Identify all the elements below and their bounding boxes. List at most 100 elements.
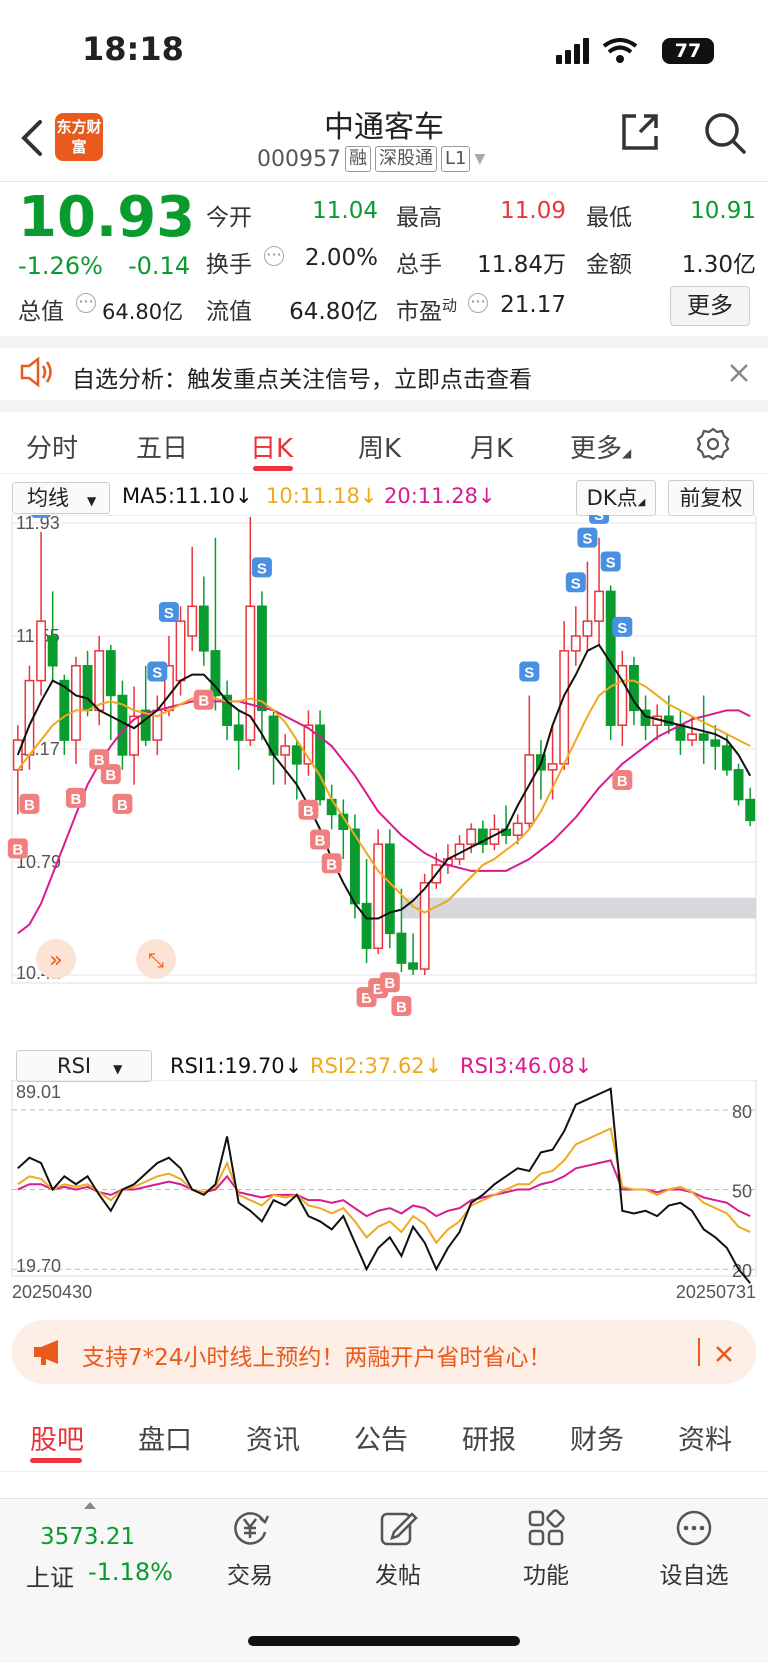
close-icon[interactable] xyxy=(728,362,750,384)
rsi-min-label: 19.70 xyxy=(16,1256,61,1276)
amount-value: 1.30亿 xyxy=(681,252,756,278)
promo-text[interactable]: 支持7*24小时线上预约！两融开户省时省心！ xyxy=(82,1338,551,1372)
buy-signal-letter: B xyxy=(105,767,116,784)
tab-more[interactable]: 更多◢ xyxy=(570,428,631,465)
tag-level: L1 xyxy=(440,146,471,172)
yen-cycle-icon xyxy=(234,1512,270,1545)
low-label: 最低 xyxy=(586,205,632,231)
tab-daily-k[interactable]: 日K xyxy=(250,428,293,465)
search-icon[interactable] xyxy=(702,110,748,156)
candle-body xyxy=(722,745,732,771)
info-icon[interactable]: ··· xyxy=(468,293,488,313)
buy-signal-letter: B xyxy=(198,693,209,710)
amount-label: 金额 xyxy=(586,252,632,278)
post-label: 发帖 xyxy=(375,1563,421,1589)
features-button[interactable]: 功能 xyxy=(486,1508,606,1590)
signal-wifi-icon xyxy=(556,38,638,64)
candle-body xyxy=(326,798,337,816)
buy-signal-letter: B xyxy=(117,797,128,814)
rsi1-line xyxy=(17,1087,751,1284)
candle-body xyxy=(419,882,430,970)
float-cap-label: 流值 xyxy=(206,299,252,325)
tag-margin: 融 xyxy=(344,146,371,172)
tab-news[interactable]: 资讯 xyxy=(246,1418,300,1457)
sell-signal-letter: S xyxy=(571,575,581,592)
last-price: 10.93 xyxy=(18,185,196,250)
rsi3-value: RSI3:46.08↓ xyxy=(460,1054,593,1078)
post-button[interactable]: 发帖 xyxy=(338,1508,458,1590)
tab-forum[interactable]: 股吧 xyxy=(30,1418,84,1457)
rsi1-text: RSI1:19.70 xyxy=(170,1054,285,1078)
sell-signal-letter: S xyxy=(524,664,534,681)
date-end-label: 20250731 xyxy=(676,1282,756,1302)
candle-body xyxy=(408,962,418,970)
dk-point-label: DK点 xyxy=(586,486,638,510)
caret-down-icon: ▼ xyxy=(87,494,97,508)
candle-body xyxy=(71,664,81,741)
status-time: 18:18 xyxy=(82,30,184,68)
add-watchlist-label: 设自选 xyxy=(659,1563,729,1589)
tab-weekly-k[interactable]: 周K xyxy=(358,428,401,465)
candle-body xyxy=(291,745,302,765)
volume-label: 总手 xyxy=(396,252,442,278)
open-label: 今开 xyxy=(206,205,252,231)
sell-signal-letter: S xyxy=(606,554,616,571)
rsi-chart[interactable]: 80502089.0119.7020250430 20250731 xyxy=(0,1080,768,1320)
info-icon[interactable]: ··· xyxy=(264,246,284,266)
tab-five-day[interactable]: 五日 xyxy=(136,428,188,465)
rsi-right-label: 50 xyxy=(732,1182,752,1202)
candle-body xyxy=(594,590,604,622)
candle-body xyxy=(396,932,407,964)
close-icon[interactable] xyxy=(714,1344,734,1364)
rsi-selector[interactable]: RSI ▼ xyxy=(16,1050,152,1082)
ma-selector-label: 均线 xyxy=(27,486,69,510)
tab-announcements[interactable]: 公告 xyxy=(354,1418,408,1457)
home-indicator xyxy=(248,1636,520,1646)
candle-body xyxy=(733,769,744,801)
volume-value: 11.84万 xyxy=(477,252,566,278)
change-percent: -1.26% xyxy=(18,252,103,280)
ma-selector[interactable]: 均线 ▼ xyxy=(12,482,110,514)
candle-body xyxy=(47,635,58,667)
trade-button[interactable]: 交易 xyxy=(190,1508,310,1590)
pe-label-sup: 动 xyxy=(442,296,458,315)
notice-text[interactable]: 自选分析：触发重点关注信号，立即点击查看 xyxy=(72,360,532,394)
sell-signal-letter: S xyxy=(617,620,627,637)
share-icon[interactable] xyxy=(618,110,662,154)
tab-monthly-k[interactable]: 月K xyxy=(470,428,513,465)
grid-icon xyxy=(528,1509,565,1546)
caret-down-icon[interactable]: ▼ xyxy=(474,151,485,167)
dk-point-button[interactable]: DK点◢ xyxy=(576,480,656,516)
tab-intraday[interactable]: 分时 xyxy=(26,428,78,465)
candle-body xyxy=(82,664,93,712)
active-tab-underline xyxy=(253,466,293,471)
gear-icon[interactable] xyxy=(695,426,731,462)
buy-signal-letter: B xyxy=(384,975,395,992)
buy-signal-letter: B xyxy=(315,833,326,850)
stock-code-row: 000957 融 深股通 L1 ▼ xyxy=(257,146,485,172)
tab-more-label: 更多 xyxy=(570,434,623,464)
candle-body xyxy=(687,733,697,741)
tab-research[interactable]: 研报 xyxy=(462,1418,516,1457)
tab-finance[interactable]: 财务 xyxy=(570,1418,624,1457)
candle-body xyxy=(698,733,709,741)
adjust-button[interactable]: 前复权 xyxy=(668,480,754,516)
add-watchlist-button[interactable]: 设自选 xyxy=(634,1508,754,1590)
megaphone-icon xyxy=(34,1340,58,1365)
rsi2-text: RSI2:37.62 xyxy=(310,1054,425,1078)
tab-orderbook[interactable]: 盘口 xyxy=(138,1418,192,1457)
sell-signal-letter: S xyxy=(594,515,604,524)
buy-signal-letter: B xyxy=(326,856,337,873)
buy-signal-letter: B xyxy=(12,841,23,858)
candle-body xyxy=(233,724,244,741)
open-value: 11.04 xyxy=(312,198,378,224)
kline-chart[interactable]: 11.9311.5511.1710.7910.41SSSSSSSSSSSBBBB… xyxy=(0,515,768,1045)
high-value: 11.09 xyxy=(500,198,566,224)
edit-icon xyxy=(380,1512,418,1546)
stock-code: 000957 xyxy=(257,146,341,172)
tab-profile[interactable]: 资料 xyxy=(678,1418,732,1457)
trade-label: 交易 xyxy=(227,1563,273,1589)
info-icon[interactable]: ··· xyxy=(76,293,96,313)
more-button[interactable]: 更多 xyxy=(670,286,750,326)
index-value[interactable]: 3573.21 xyxy=(40,1524,135,1550)
